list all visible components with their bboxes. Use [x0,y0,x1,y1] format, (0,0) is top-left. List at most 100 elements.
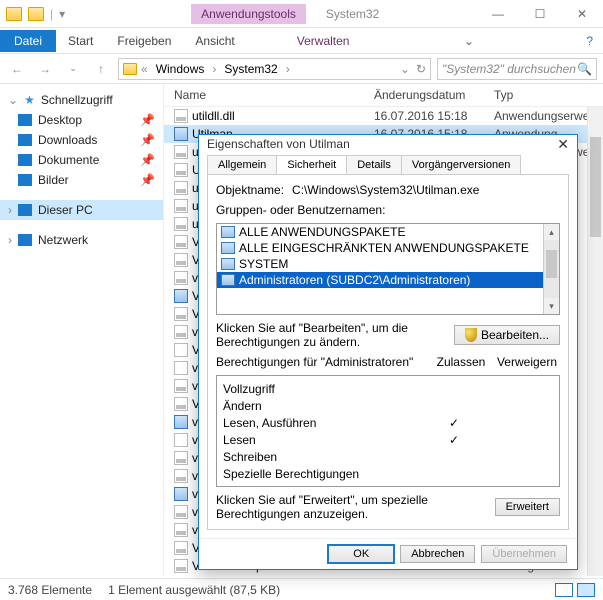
pin-icon: 📌 [140,173,155,187]
pin-icon: 📌 [140,133,155,147]
breadcrumb-seg[interactable]: Windows [152,62,209,76]
scrollbar-thumb[interactable] [546,250,557,278]
status-selection: 1 Element ausgewählt (87,5 KB) [108,583,280,597]
tab-start[interactable]: Start [56,30,105,52]
apply-button[interactable]: Übernehmen [481,545,567,563]
sidebar-item-thispc[interactable]: › Dieser PC [0,200,163,220]
sidebar-quickaccess[interactable]: ⌄ ★ Schnellzugriff [0,90,163,110]
table-row[interactable]: utildll.dll16.07.2016 15:18Anwendungserw… [164,107,603,125]
scrollbar-thumb[interactable] [590,137,601,237]
properties-dialog: Eigenschaften von Utilman ✕ Allgemein Si… [198,134,578,570]
file-icon [174,433,188,447]
maximize-button[interactable]: ☐ [519,0,561,28]
file-icon [174,271,188,285]
scroll-down-icon[interactable]: ▾ [544,298,559,314]
file-icon [174,343,188,357]
view-details-icon[interactable] [577,583,595,597]
group-item[interactable]: ALLE EINGESCHRÄNKTEN ANWENDUNGSPAKETE [217,240,543,256]
minimize-button[interactable]: — [477,0,519,28]
forward-button[interactable]: → [34,58,56,80]
dialog-title: Eigenschaften von Utilman [207,137,350,151]
edit-hint: Klicken Sie auf "Bearbeiten", um die Ber… [216,321,446,349]
file-icon [174,163,188,177]
ok-button[interactable]: OK [328,545,394,563]
qat-dropdown-icon[interactable]: ▾ [59,7,65,21]
column-type[interactable]: Typ [494,88,603,102]
scroll-up-icon[interactable]: ▴ [544,224,559,240]
pc-icon [18,204,32,216]
scrollbar[interactable] [587,107,603,576]
group-name: ALLE ANWENDUNGSPAKETE [239,225,406,239]
groups-listbox[interactable]: ALLE ANWENDUNGSPAKETE ALLE EINGESCHRÄNKTE… [216,223,560,315]
qat-folder-icon[interactable] [28,7,44,21]
group-name: ALLE EINGESCHRÄNKTEN ANWENDUNGSPAKETE [239,241,529,255]
help-icon[interactable]: ? [576,30,603,52]
group-item[interactable]: ALLE ANWENDUNGSPAKETE [217,224,543,240]
chevron-right-icon[interactable]: › [210,62,218,76]
tab-share[interactable]: Freigeben [105,30,183,52]
tab-security[interactable]: Sicherheit [276,155,347,174]
file-icon [174,217,188,231]
sidebar-item-pictures[interactable]: Bilder 📌 [0,170,163,190]
scrollbar[interactable]: ▴ ▾ [543,224,559,314]
up-button[interactable]: ↑ [90,58,112,80]
sidebar-label: Dieser PC [38,203,93,217]
chevron-icon: ⌄ [8,93,18,107]
tab-general[interactable]: Allgemein [207,155,277,174]
tab-details[interactable]: Details [346,155,402,174]
column-date[interactable]: Änderungsdatum [374,88,494,102]
cancel-button[interactable]: Abbrechen [400,545,475,563]
address-bar[interactable]: « Windows › System32 › ⌄ ↻ [118,58,431,80]
sidebar-label: Desktop [38,113,82,127]
group-item[interactable]: SYSTEM [217,256,543,272]
pin-icon: 📌 [140,153,155,167]
tab-manage[interactable]: Verwalten [285,30,362,52]
chevron-right-icon[interactable]: › [284,62,292,76]
ribbon-expand-icon[interactable]: ⌄ [454,30,484,52]
sidebar-item-downloads[interactable]: Downloads📌 [0,130,163,150]
column-headers: Name Änderungsdatum Typ [164,84,603,107]
chevron-right-icon[interactable]: « [139,62,150,76]
back-button[interactable]: ← [6,58,28,80]
sidebar-label: Schnellzugriff [41,93,113,107]
sidebar-item-network[interactable]: ›Netzwerk [0,230,163,250]
refresh-icon[interactable]: ↻ [416,62,426,76]
column-name[interactable]: Name [164,88,374,102]
view-tiles-icon[interactable] [555,583,573,597]
group-item[interactable]: Administratoren (SUBDC2\Administratoren) [217,272,543,288]
group-icon [221,226,235,238]
address-bar-row: ← → ⌄ ↑ « Windows › System32 › ⌄ ↻ "Syst… [0,54,603,84]
sidebar: ⌄ ★ Schnellzugriff Desktop📌 Downloads📌 D… [0,84,164,576]
sidebar-item-documents[interactable]: Dokumente📌 [0,150,163,170]
file-icon [174,325,188,339]
permission-name: Lesen [223,433,421,447]
tab-previous-versions[interactable]: Vorgängerversionen [401,155,521,174]
sidebar-item-desktop[interactable]: Desktop📌 [0,110,163,130]
permission-name: Vollzugriff [223,382,421,396]
dialog-close-button[interactable]: ✕ [557,136,569,153]
close-button[interactable]: ✕ [561,0,603,28]
file-date: 16.07.2016 15:18 [374,109,494,123]
ribbon: Datei Start Freigeben Ansicht Verwalten … [0,28,603,54]
permission-row: Ändern [223,397,553,414]
file-icon [174,181,188,195]
address-dropdown-icon[interactable]: ⌄ [400,62,410,76]
groups-label: Gruppen- oder Benutzernamen: [216,203,560,217]
file-icon [174,253,188,267]
title-bar: | ▾ Anwendungstools System32 — ☐ ✕ [0,0,603,28]
dialog-titlebar[interactable]: Eigenschaften von Utilman ✕ [199,135,577,153]
file-tab[interactable]: Datei [0,30,56,52]
tab-view[interactable]: Ansicht [183,30,246,52]
file-icon [174,379,188,393]
search-input[interactable]: "System32" durchsuchen 🔍 [437,58,597,80]
status-count: 3.768 Elemente [8,583,92,597]
dialog-body: Objektname: C:\Windows\System32\Utilman.… [207,174,569,530]
group-name: SYSTEM [239,257,288,271]
qat-separator: | [50,7,53,21]
breadcrumb-seg[interactable]: System32 [220,62,281,76]
advanced-button[interactable]: Erweitert [495,498,560,516]
recent-dropdown-icon[interactable]: ⌄ [62,58,84,80]
sidebar-label: Bilder [38,173,69,187]
chevron-icon: › [8,203,12,217]
edit-button[interactable]: Bearbeiten... [454,325,560,345]
